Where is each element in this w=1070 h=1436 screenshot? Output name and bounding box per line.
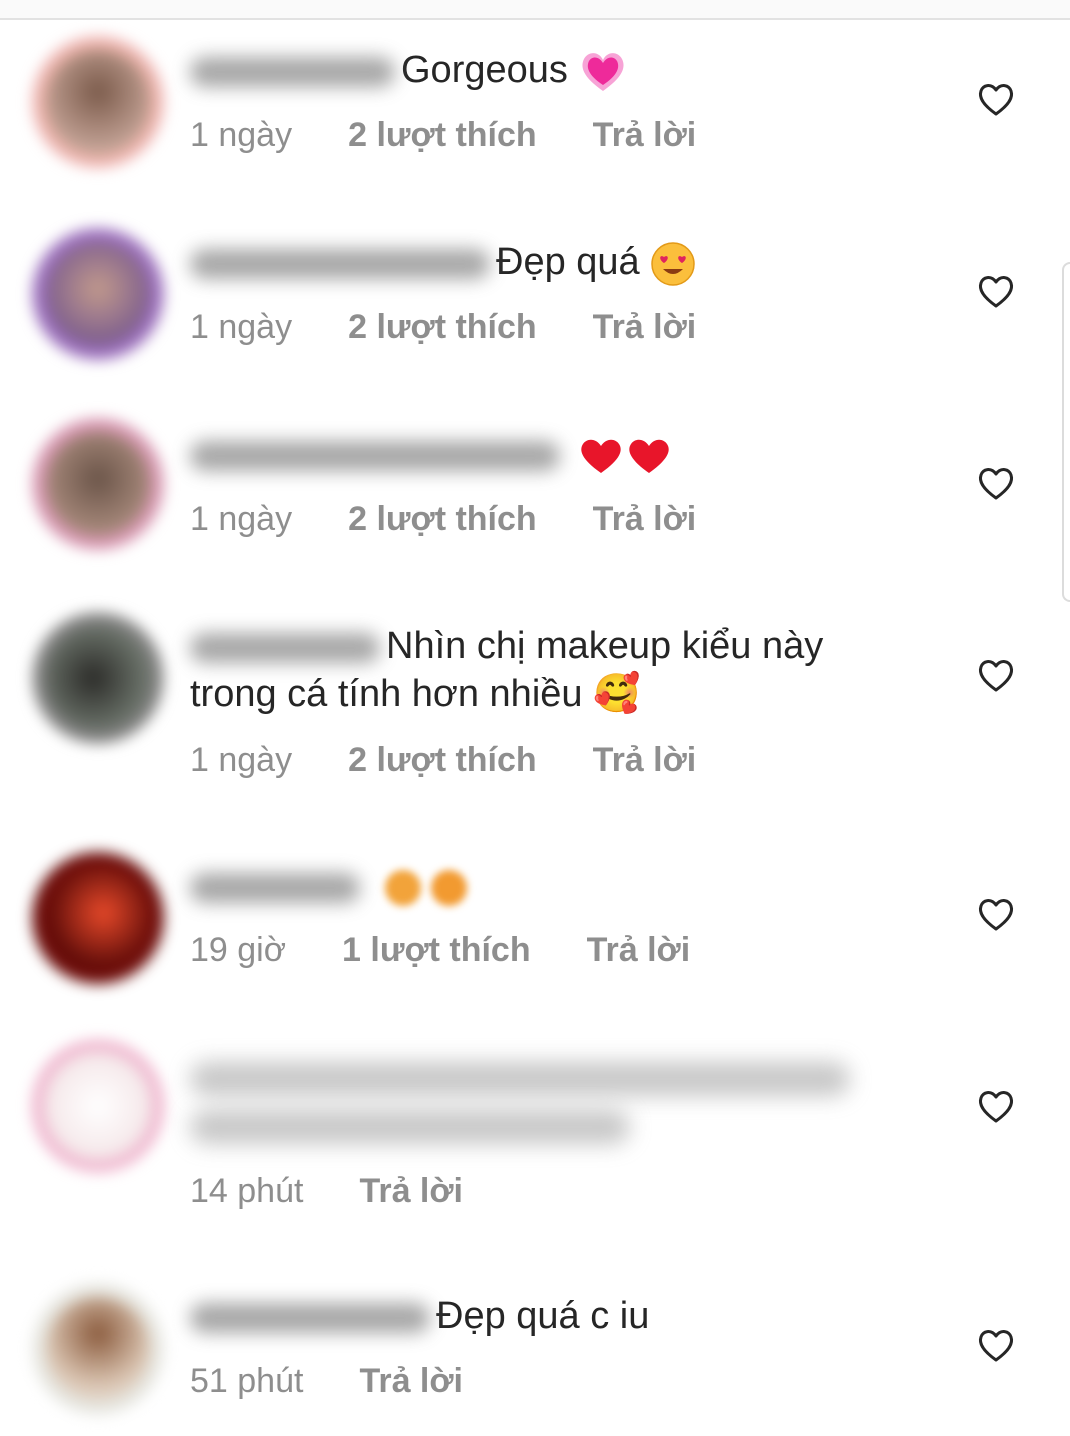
username[interactable] bbox=[190, 440, 560, 471]
growing-heart-emoji bbox=[582, 53, 624, 91]
heart-outline-icon[interactable] bbox=[976, 895, 1016, 933]
comment-time: 1 ngày bbox=[190, 741, 293, 779]
likes-count[interactable]: 2 lượt thích bbox=[348, 740, 537, 780]
avatar[interactable] bbox=[32, 36, 164, 168]
scrollbar[interactable] bbox=[1062, 262, 1070, 602]
reply-button[interactable]: Trả lời bbox=[593, 115, 697, 155]
blurred-comment-text bbox=[190, 1062, 850, 1096]
avatar[interactable] bbox=[32, 228, 164, 360]
blurred-emoji bbox=[384, 869, 467, 906]
username[interactable] bbox=[190, 248, 490, 279]
reply-button[interactable]: Trả lời bbox=[587, 930, 691, 970]
comment-text: Đẹp quá bbox=[496, 241, 640, 283]
likes-count[interactable]: 2 lượt thích bbox=[348, 307, 537, 347]
heart-eyes-emoji bbox=[651, 242, 695, 286]
blurred-comment-text bbox=[190, 1110, 630, 1144]
avatar[interactable] bbox=[32, 418, 164, 550]
likes-count[interactable]: 1 lượt thích bbox=[342, 930, 531, 970]
avatar[interactable] bbox=[32, 1283, 164, 1415]
comment-time: 1 ngày bbox=[190, 308, 293, 346]
avatar[interactable] bbox=[32, 612, 164, 744]
reply-button[interactable]: Trả lời bbox=[359, 1361, 463, 1401]
comment-time: 1 ngày bbox=[190, 500, 293, 538]
comment-text-line-2: trong cá tính hơn nhiều 🥰 bbox=[190, 673, 641, 715]
heart-outline-icon[interactable] bbox=[976, 1326, 1016, 1364]
comment-time: 19 giờ bbox=[190, 931, 287, 969]
reply-button[interactable]: Trả lời bbox=[593, 307, 697, 347]
reply-button[interactable]: Trả lời bbox=[359, 1171, 463, 1211]
comment-time: 1 ngày bbox=[190, 116, 293, 154]
red-hearts-emoji bbox=[580, 439, 669, 473]
username[interactable] bbox=[190, 1302, 430, 1333]
likes-count[interactable]: 2 lượt thích bbox=[348, 115, 537, 155]
heart-outline-icon[interactable] bbox=[976, 1087, 1016, 1125]
heart-outline-icon[interactable] bbox=[976, 272, 1016, 310]
avatar[interactable] bbox=[32, 1040, 164, 1172]
username[interactable] bbox=[190, 872, 360, 903]
reply-button[interactable]: Trả lời bbox=[593, 740, 697, 780]
comment-text: Đẹp quá c iu bbox=[436, 1295, 650, 1337]
avatar[interactable] bbox=[32, 852, 164, 984]
likes-count[interactable]: 2 lượt thích bbox=[348, 499, 537, 539]
reply-button[interactable]: Trả lời bbox=[593, 499, 697, 539]
comment-time: 14 phút bbox=[190, 1172, 304, 1210]
comment-text: Nhìn chị makeup kiểu này bbox=[386, 625, 824, 667]
top-divider bbox=[0, 0, 1070, 20]
username[interactable] bbox=[190, 56, 395, 87]
heart-outline-icon[interactable] bbox=[976, 464, 1016, 502]
username[interactable] bbox=[190, 632, 380, 663]
heart-outline-icon[interactable] bbox=[976, 656, 1016, 694]
heart-outline-icon[interactable] bbox=[976, 80, 1016, 118]
comment-time: 51 phút bbox=[190, 1362, 304, 1400]
comment-text: Gorgeous bbox=[401, 49, 568, 91]
